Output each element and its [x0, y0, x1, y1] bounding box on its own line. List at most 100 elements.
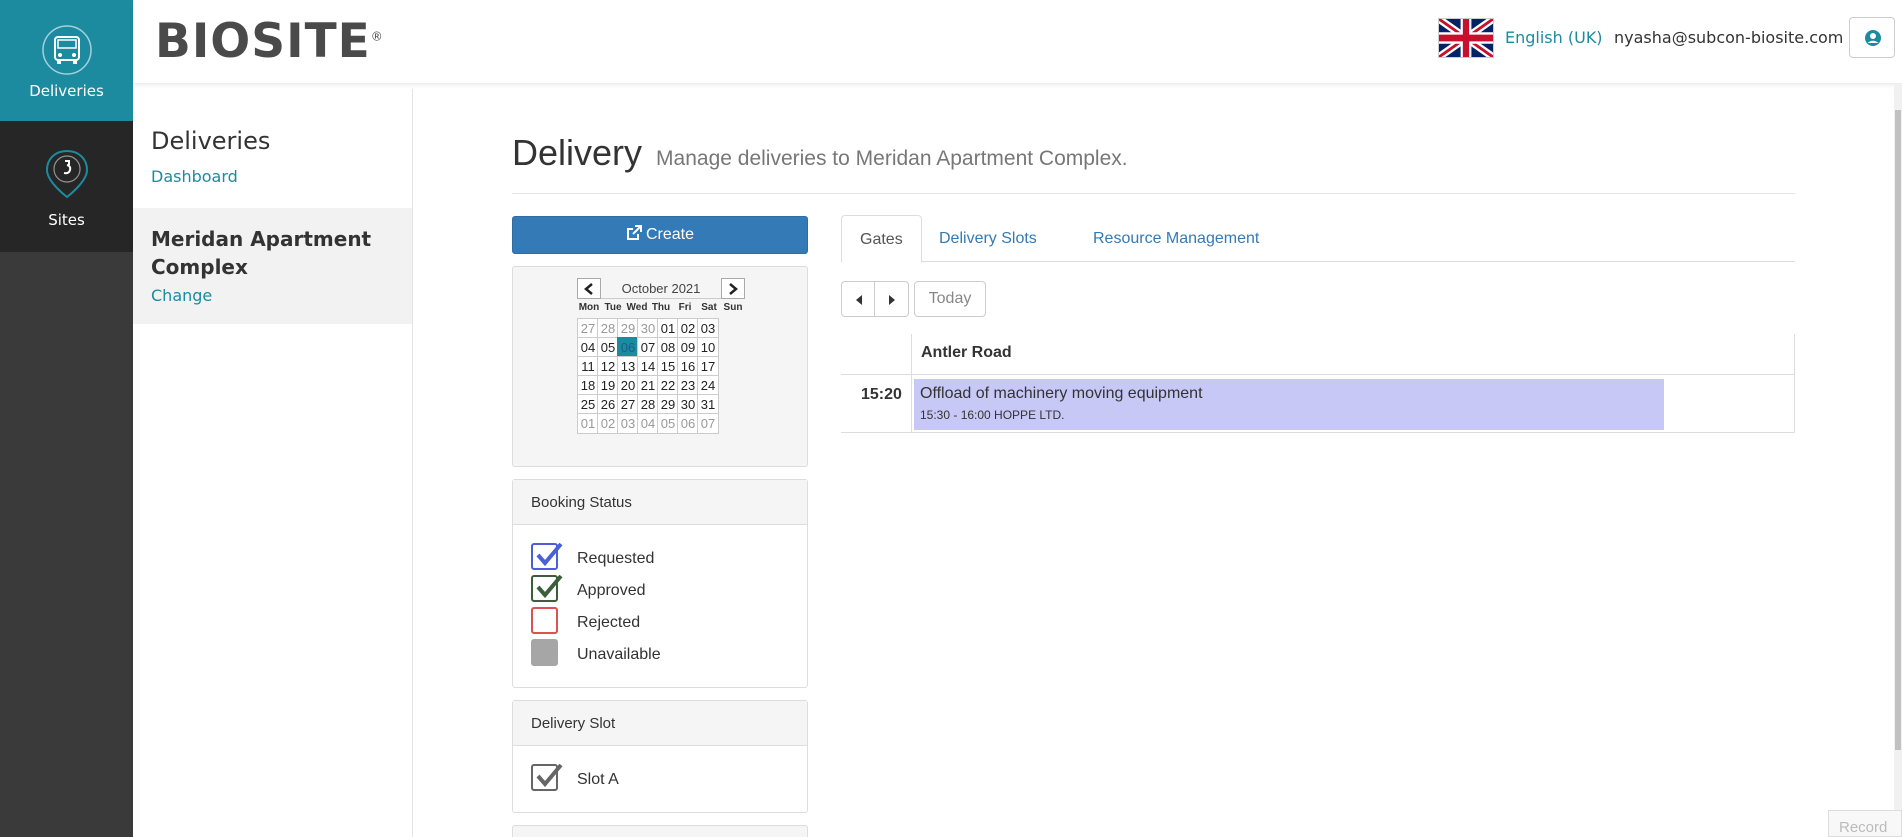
calendar-header: October 2021: [577, 278, 745, 299]
calendar-day[interactable]: 27: [577, 318, 599, 339]
page-scrollbar-thumb[interactable]: [1895, 110, 1901, 750]
logo-text: BIOSITE: [155, 14, 371, 69]
secondary-sidebar: Deliveries Dashboard Meridan Apartment C…: [133, 89, 413, 837]
calendar-weekday: Sat: [701, 302, 717, 313]
event-title: Offload of machinery moving equipment: [920, 385, 1203, 402]
calendar-day[interactable]: 01: [657, 318, 679, 339]
calendar-day[interactable]: 25: [577, 394, 599, 415]
change-site-link[interactable]: Change: [151, 286, 212, 305]
uk-flag-icon[interactable]: [1438, 18, 1494, 58]
calendar-day[interactable]: 08: [657, 337, 679, 358]
event-detail: 15:30 - 16:00 HOPPE LTD.: [920, 408, 1065, 422]
record-widget[interactable]: Record: [1828, 810, 1902, 837]
calendar-day[interactable]: 13: [617, 356, 639, 377]
calendar-day[interactable]: 07: [697, 413, 719, 434]
calendar-day[interactable]: 22: [657, 375, 679, 396]
calendar-next-month-button[interactable]: [721, 278, 745, 299]
create-delivery-button[interactable]: Create: [512, 216, 808, 254]
calendar-day[interactable]: 06: [677, 413, 699, 434]
calendar-weekday: Sun: [723, 302, 743, 313]
schedule-tabs: Gates Delivery Slots Resource Management: [841, 215, 1795, 263]
schedule-next-button[interactable]: [875, 281, 909, 317]
calendar-day[interactable]: 12: [597, 356, 619, 377]
approved-checkbox[interactable]: [531, 574, 563, 602]
rejected-checkbox[interactable]: [531, 607, 558, 634]
truck-icon: [42, 25, 92, 75]
calendar-day[interactable]: 04: [577, 337, 599, 358]
user-menu-button[interactable]: [1849, 17, 1895, 58]
calendar-day[interactable]: 06: [617, 337, 639, 358]
calendar-day[interactable]: 29: [617, 318, 639, 339]
checkmark-icon: [536, 574, 563, 599]
calendar-day[interactable]: 14: [637, 356, 659, 377]
sidebar-title: Deliveries: [151, 127, 271, 155]
calendar-day[interactable]: 09: [677, 337, 699, 358]
calendar-day[interactable]: 15: [657, 356, 679, 377]
delivery-event[interactable]: Offload of machinery moving equipment 15…: [914, 379, 1664, 430]
calendar-day[interactable]: 20: [617, 375, 639, 396]
current-site-name: Meridan Apartment Complex: [151, 227, 372, 279]
nav-item-deliveries[interactable]: Deliveries: [0, 0, 133, 121]
map-pin-icon: [45, 149, 89, 199]
chevron-left-icon: [584, 283, 593, 295]
calendar-day[interactable]: 30: [637, 318, 659, 339]
caret-right-icon: [889, 295, 895, 305]
calendar-day[interactable]: 07: [637, 337, 659, 358]
calendar-day[interactable]: 28: [637, 394, 659, 415]
calendar-day[interactable]: 24: [697, 375, 719, 396]
next-panel-header: [512, 825, 808, 837]
calendar-day[interactable]: 31: [697, 394, 719, 415]
calendar-weekday: Wed: [626, 302, 648, 313]
calendar-day[interactable]: 04: [637, 413, 659, 434]
calendar-weekday: Fri: [678, 302, 692, 313]
create-button-label: Create: [645, 226, 695, 243]
time-slot-label: 15:20: [861, 386, 902, 403]
checkmark-icon: [536, 763, 563, 788]
calendar-day[interactable]: 27: [617, 394, 639, 415]
tab-delivery-slots[interactable]: Delivery Slots: [921, 215, 1055, 262]
calendar-prev-month-button[interactable]: [577, 278, 601, 299]
calendar-day[interactable]: 05: [597, 337, 619, 358]
calendar-day[interactable]: 01: [577, 413, 599, 434]
calendar-day[interactable]: 28: [597, 318, 619, 339]
biosite-logo[interactable]: BIOSITE®: [155, 14, 384, 69]
slot-a-checkbox[interactable]: [531, 763, 563, 791]
calendar-day[interactable]: 03: [697, 318, 719, 339]
calendar-day[interactable]: 05: [657, 413, 679, 434]
legend-label-unavailable: Unavailable: [577, 646, 661, 663]
calendar-day[interactable]: 11: [577, 356, 599, 377]
calendar-day[interactable]: 30: [677, 394, 699, 415]
dashboard-link[interactable]: Dashboard: [151, 167, 238, 186]
calendar-day[interactable]: 18: [577, 375, 599, 396]
legend-label-rejected: Rejected: [577, 614, 641, 631]
user-email: nyasha@subcon-biosite.com: [1614, 28, 1844, 47]
calendar-day[interactable]: 19: [597, 375, 619, 396]
calendar-day[interactable]: 26: [597, 394, 619, 415]
calendar-day[interactable]: 02: [597, 413, 619, 434]
legend-label-slot-a: Slot A: [577, 771, 619, 788]
schedule-today-button[interactable]: Today: [914, 281, 986, 317]
delivery-slot-panel: Delivery Slot Slot A: [512, 700, 808, 813]
current-site-block: Meridan Apartment Complex Change: [133, 208, 412, 324]
page-subtitle: Manage deliveries to Meridan Apartment C…: [656, 147, 1128, 170]
calendar-day[interactable]: 21: [637, 375, 659, 396]
nav-label-deliveries: Deliveries: [29, 82, 104, 100]
tab-resource-management[interactable]: Resource Management: [1075, 215, 1277, 262]
tab-gates[interactable]: Gates: [841, 215, 922, 263]
requested-checkbox[interactable]: [531, 542, 563, 570]
chevron-right-icon: [729, 283, 738, 295]
row-bottom-border: [841, 432, 1795, 433]
calendar-day[interactable]: 02: [677, 318, 699, 339]
calendar-day[interactable]: 17: [697, 356, 719, 377]
nav-item-sites[interactable]: Sites: [0, 121, 133, 252]
calendar-day[interactable]: 10: [697, 337, 719, 358]
calendar-day[interactable]: 03: [617, 413, 639, 434]
checkmark-icon: [536, 542, 563, 567]
language-selector[interactable]: English (UK): [1505, 28, 1603, 47]
calendar-day[interactable]: 16: [677, 356, 699, 377]
calendar-day[interactable]: 23: [677, 375, 699, 396]
caret-left-icon: [856, 295, 862, 305]
schedule-prev-button[interactable]: [841, 281, 875, 317]
calendar-day[interactable]: 29: [657, 394, 679, 415]
page-title: Delivery Manage deliveries to Meridan Ap…: [512, 132, 1128, 174]
